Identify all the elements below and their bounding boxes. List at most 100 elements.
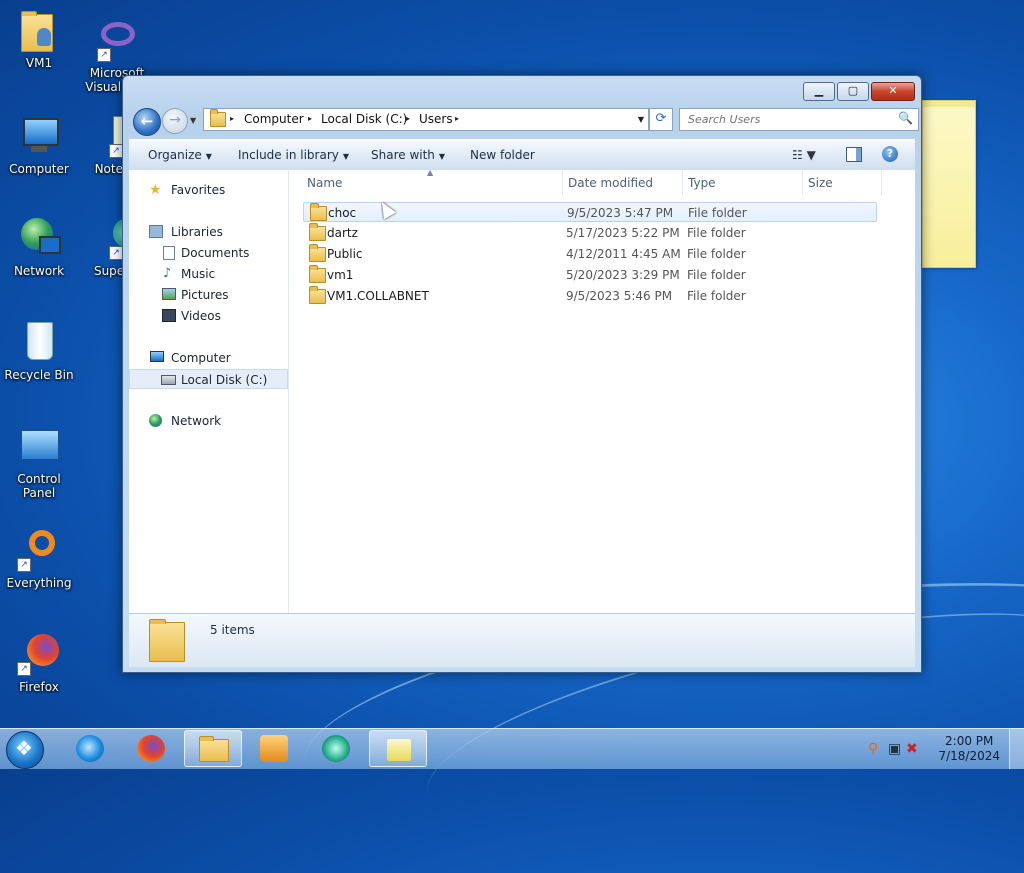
search-icon[interactable]: 🔍 [898, 111, 913, 125]
network-globe-icon [17, 216, 61, 260]
nav-item-label: Music [181, 267, 216, 281]
desktop-icon-network[interactable]: Network [0, 216, 78, 278]
file-date: 5/20/2023 3:29 PM [566, 268, 680, 282]
nav-item-computer[interactable]: Computer [129, 348, 288, 368]
address-history-dropdown[interactable]: ▼ [638, 115, 644, 124]
maximize-button[interactable]: ▢ [837, 82, 869, 101]
clock[interactable]: 2:00 PM 7/18/2024 [938, 734, 1000, 764]
network-status-icon[interactable]: ▣ [888, 741, 901, 757]
computer-icon [17, 114, 61, 158]
recent-pages-dropdown[interactable]: ▼ [190, 116, 196, 125]
folder-icon [309, 265, 326, 283]
nav-item-label: Libraries [171, 225, 223, 239]
breadcrumb-separator[interactable]: ▸ [406, 114, 410, 123]
column-divider[interactable] [802, 170, 803, 196]
file-list: ▲ Name Date modified Type Size choc 9/5/… [289, 168, 915, 613]
firefox-icon [137, 735, 165, 762]
desktop-icon-vm1[interactable]: VM1 [0, 8, 78, 70]
nav-item-label: Favorites [171, 183, 226, 197]
breadcrumb-separator[interactable]: ▸ [308, 114, 312, 123]
file-name: choc [328, 206, 357, 220]
navigation-pane: ★ Favorites Libraries Documents ♪ Music … [129, 170, 289, 613]
taskbar-ie-button[interactable] [61, 730, 119, 767]
desktop-icon-recycle-bin[interactable]: Recycle Bin [0, 320, 78, 382]
taskbar-supermium-button[interactable] [307, 730, 365, 767]
help-icon[interactable]: ? [882, 146, 898, 162]
control-panel-icon [17, 424, 61, 468]
show-desktop-button[interactable] [1009, 729, 1024, 769]
taskbar-firefox-button[interactable] [122, 730, 180, 767]
nav-item-label: Videos [181, 309, 221, 323]
taskbar-explorer-button[interactable] [184, 730, 242, 767]
desktop-icon-computer[interactable]: Computer [0, 114, 78, 176]
nav-item-videos[interactable]: Videos [129, 306, 288, 326]
nav-item-pictures[interactable]: Pictures [129, 285, 288, 305]
column-divider[interactable] [682, 170, 683, 196]
desktop-icon-label: VM1 [25, 56, 53, 70]
file-row-dartz[interactable]: dartz 5/17/2023 5:22 PM File folder [303, 223, 877, 243]
chevron-down-icon: ▼ [205, 152, 212, 161]
shortcut-arrow-icon: ↗ [17, 558, 31, 572]
forward-button[interactable]: → [162, 108, 188, 134]
desktop-icon-firefox[interactable]: ↗ Firefox [0, 632, 78, 694]
breadcrumb-local-disk[interactable]: Local Disk (C:) [321, 112, 407, 126]
shortcut-arrow-icon: ↗ [17, 662, 31, 676]
desktop-icon-label: Computer [9, 162, 69, 176]
drive-icon [161, 375, 176, 385]
start-button[interactable] [6, 731, 44, 769]
minimize-button[interactable]: ▁ [803, 82, 835, 101]
column-header-name[interactable]: Name [307, 170, 561, 196]
system-tray: ⚲ ▣ ✖ 2:00 PM 7/18/2024 [854, 729, 1024, 769]
file-date: 9/5/2023 5:47 PM [567, 206, 674, 220]
folder-icon [199, 736, 229, 762]
column-divider[interactable] [562, 170, 563, 196]
breadcrumb-users[interactable]: Users [419, 112, 453, 126]
address-bar[interactable]: ▸ Computer ▸ Local Disk (C:) ▸ Users ▸ ▼ [203, 108, 649, 131]
sticky-note[interactable] [922, 100, 976, 268]
file-row-vm1[interactable]: vm1 5/20/2023 3:29 PM File folder [303, 265, 877, 285]
nav-item-favorites[interactable]: ★ Favorites [129, 180, 288, 200]
file-row-public[interactable]: Public 4/12/2011 4:45 AM File folder [303, 244, 877, 264]
file-date: 5/17/2023 5:22 PM [566, 226, 680, 240]
change-view-icon[interactable]: ☷ ▼ [792, 148, 816, 162]
organize-menu[interactable]: Organize ▼ [148, 148, 212, 162]
column-header-size[interactable]: Size [808, 170, 878, 196]
nav-item-local-disk[interactable]: Local Disk (C:) [129, 369, 288, 389]
include-in-library-menu[interactable]: Include in library ▼ [238, 148, 349, 162]
nav-item-documents[interactable]: Documents [129, 243, 288, 263]
internet-explorer-icon [76, 735, 104, 762]
desktop-icon-everything[interactable]: ↗ Everything [0, 528, 78, 590]
preview-pane-icon[interactable] [846, 147, 862, 162]
refresh-button[interactable]: ⟳ [649, 108, 673, 131]
share-with-menu[interactable]: Share with ▼ [371, 148, 445, 162]
column-divider[interactable] [881, 170, 882, 196]
desktop-icon-label: Control Panel [17, 472, 61, 500]
nav-item-label: Network [171, 414, 222, 428]
breadcrumb-separator[interactable]: ▸ [455, 114, 459, 123]
taskbar-sticky-notes-button[interactable] [369, 730, 427, 767]
volume-muted-icon[interactable]: ✖ [906, 741, 918, 757]
taskbar-media-player-button[interactable] [245, 730, 303, 767]
column-header-type[interactable]: Type [688, 170, 800, 196]
nav-item-network[interactable]: Network [129, 411, 288, 431]
search-input[interactable] [686, 109, 890, 130]
file-name: Public [327, 247, 363, 261]
search-box[interactable]: 🔍 [679, 108, 919, 131]
close-button[interactable]: ✕ [871, 82, 915, 101]
media-player-icon [260, 735, 288, 762]
column-header-date-modified[interactable]: Date modified [568, 170, 680, 196]
breadcrumb-separator[interactable]: ▸ [230, 114, 234, 123]
file-row-vm1-collabnet[interactable]: VM1.COLLABNET 9/5/2023 5:46 PM File fold… [303, 286, 877, 306]
recycle-bin-icon [17, 320, 61, 364]
breadcrumb-computer[interactable]: Computer [244, 112, 304, 126]
everything-search-icon: ↗ [17, 528, 61, 572]
desktop-icon-control-panel[interactable]: Control Panel [0, 424, 78, 500]
nav-item-label: Computer [171, 351, 231, 365]
nav-item-libraries[interactable]: Libraries [129, 222, 288, 242]
new-folder-button[interactable]: New folder [470, 148, 535, 162]
file-date: 9/5/2023 5:46 PM [566, 289, 673, 303]
back-button[interactable]: ← [133, 108, 161, 136]
nav-item-music[interactable]: ♪ Music [129, 264, 288, 284]
file-type: File folder [687, 268, 746, 282]
search-magnifier-icon[interactable]: ⚲ [868, 741, 878, 757]
